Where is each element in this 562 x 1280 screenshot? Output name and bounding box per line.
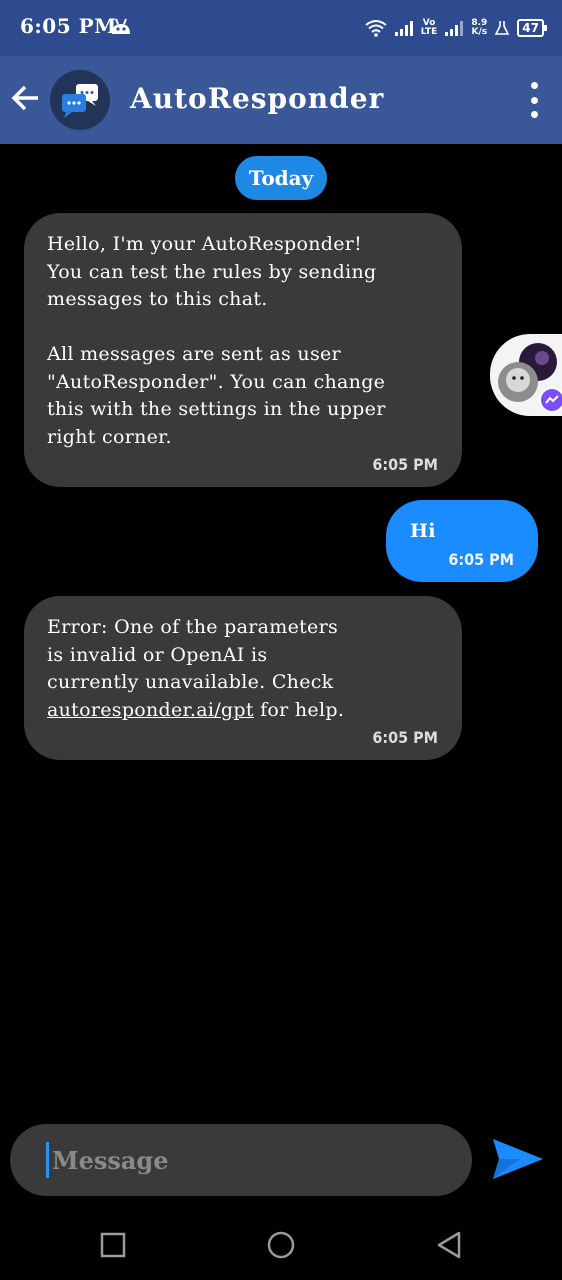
message-text: Hi — [410, 520, 436, 542]
message-text: Error: One of the parameters is invalid … — [47, 614, 447, 724]
home-icon[interactable] — [266, 1230, 296, 1260]
message-text-after: for help. — [253, 698, 345, 721]
app-bar: AutoResponder — [0, 56, 562, 144]
battery-indicator: 47 — [517, 19, 547, 37]
app-avatar[interactable] — [50, 70, 110, 130]
date-separator: Today — [235, 156, 327, 200]
help-link[interactable]: autoresponder.ai/gpt — [47, 699, 254, 721]
message-time: 6:05 PM — [372, 455, 438, 474]
wifi-icon — [365, 20, 387, 37]
message-composer — [10, 1124, 472, 1196]
message-text: Hello, I'm your AutoResponder! You can t… — [47, 233, 386, 448]
back-arrow-icon[interactable] — [8, 80, 44, 116]
system-nav-bar — [0, 1210, 562, 1280]
message-time: 6:05 PM — [372, 728, 438, 747]
volte-indicator: Vo LTE — [420, 18, 438, 37]
recent-apps-icon[interactable] — [98, 1230, 128, 1260]
back-nav-icon[interactable] — [435, 1230, 465, 1260]
signal-bars-icon-2 — [445, 20, 464, 36]
send-icon[interactable] — [490, 1136, 546, 1182]
android-robot-icon — [112, 18, 130, 34]
chat-bubbles-icon — [62, 84, 98, 118]
flask-icon — [495, 21, 510, 35]
status-time: 6:05 PM — [20, 14, 117, 38]
outgoing-message: Hi 6:05 PM — [386, 500, 538, 582]
page-title: AutoResponder — [130, 82, 385, 115]
signal-bars-icon — [394, 20, 413, 36]
more-vert-icon[interactable] — [528, 82, 540, 118]
message-text-before: Error: One of the parameters is invalid … — [47, 616, 339, 693]
incoming-message: Error: One of the parameters is invalid … — [24, 596, 462, 760]
status-indicators: Vo LTE 8.9 K/s 47 — [365, 14, 547, 42]
incoming-message: Hello, I'm your AutoResponder! You can t… — [24, 213, 462, 487]
message-input[interactable] — [48, 1136, 452, 1184]
chat-head-avatars-icon — [498, 343, 562, 413]
messenger-chat-head[interactable] — [490, 334, 562, 416]
message-time: 6:05 PM — [448, 550, 514, 569]
status-bar: 6:05 PM Vo LTE 8.9 K/s 47 — [0, 0, 562, 56]
network-speed: 8.9 K/s — [471, 18, 488, 37]
